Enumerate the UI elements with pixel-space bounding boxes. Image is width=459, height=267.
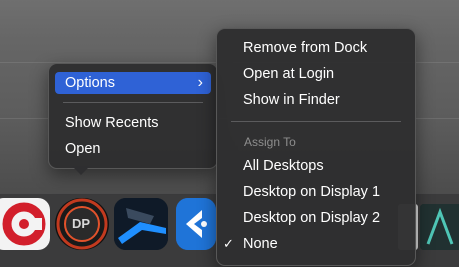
dock-context-menu: Options › Show Recents Open: [48, 63, 218, 169]
section-title-assign-to: Assign To: [244, 135, 296, 149]
dp-badge-text: DP: [72, 216, 91, 231]
menu-item-all-desktops[interactable]: All Desktops: [235, 155, 409, 177]
menu-item-label: Desktop on Display 2: [243, 210, 381, 226]
menu-item-options[interactable]: Options ›: [55, 72, 211, 94]
options-submenu: Remove from Dock Open at Login Show in F…: [216, 28, 416, 266]
menu-item-label: Open: [65, 141, 101, 157]
digital-performer-icon[interactable]: DP: [55, 198, 109, 250]
menu-item-show-recents[interactable]: Show Recents: [55, 112, 211, 134]
menu-item-label: Desktop on Display 1: [243, 184, 381, 200]
checkmark-icon: ✓: [223, 236, 234, 251]
menu-pointer-arrow: [72, 166, 90, 175]
menu-item-none[interactable]: ✓ None: [223, 233, 409, 255]
cubase-icon[interactable]: [0, 198, 50, 250]
menu-item-desktop-display-2[interactable]: Desktop on Display 2: [235, 207, 409, 229]
menu-item-label: Remove from Dock: [243, 40, 368, 56]
menu-item-label: Open at Login: [243, 66, 335, 82]
menu-item-open-at-login[interactable]: Open at Login: [235, 63, 409, 85]
menu-item-label: None: [243, 236, 278, 252]
menu-item-open[interactable]: Open: [55, 138, 211, 160]
menu-item-label: Show in Finder: [243, 92, 340, 108]
final-cut-style-icon[interactable]: [114, 198, 168, 250]
teal-app-icon[interactable]: [420, 204, 459, 250]
menu-item-remove-from-dock[interactable]: Remove from Dock: [235, 37, 409, 59]
menu-separator: [231, 121, 401, 122]
menu-item-desktop-display-1[interactable]: Desktop on Display 1: [235, 181, 409, 203]
chevron-right-icon: ›: [197, 74, 203, 91]
logic-style-icon[interactable]: [176, 198, 216, 250]
menu-item-label: Show Recents: [65, 115, 159, 131]
menu-item-label: Options: [65, 75, 115, 91]
menu-item-show-in-finder[interactable]: Show in Finder: [235, 89, 409, 111]
menu-separator: [63, 102, 203, 103]
menu-item-label: All Desktops: [243, 158, 324, 174]
